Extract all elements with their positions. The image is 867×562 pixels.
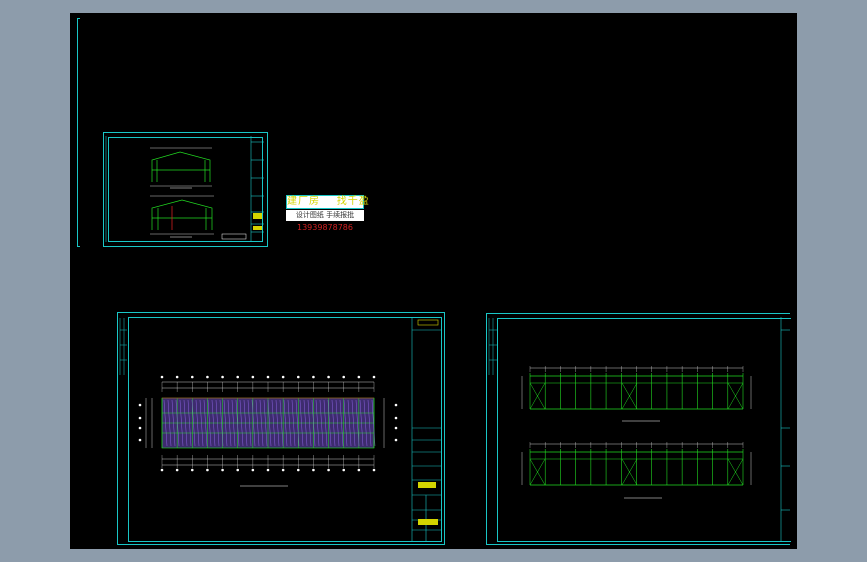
elevation-2 <box>521 442 752 486</box>
elev-left-strip <box>488 318 497 375</box>
plan-title-block <box>411 317 441 541</box>
small-section-1 <box>151 151 211 182</box>
cad-linework <box>105 136 790 541</box>
elev-title-block <box>780 317 790 541</box>
small-dims-1 <box>150 147 212 187</box>
roof-plan <box>138 375 398 472</box>
plan-left-strip <box>119 318 127 375</box>
small-dims-2 <box>150 195 214 235</box>
elevation-1 <box>521 366 752 410</box>
small-title-block <box>105 136 264 242</box>
small-section-2 <box>151 199 213 230</box>
